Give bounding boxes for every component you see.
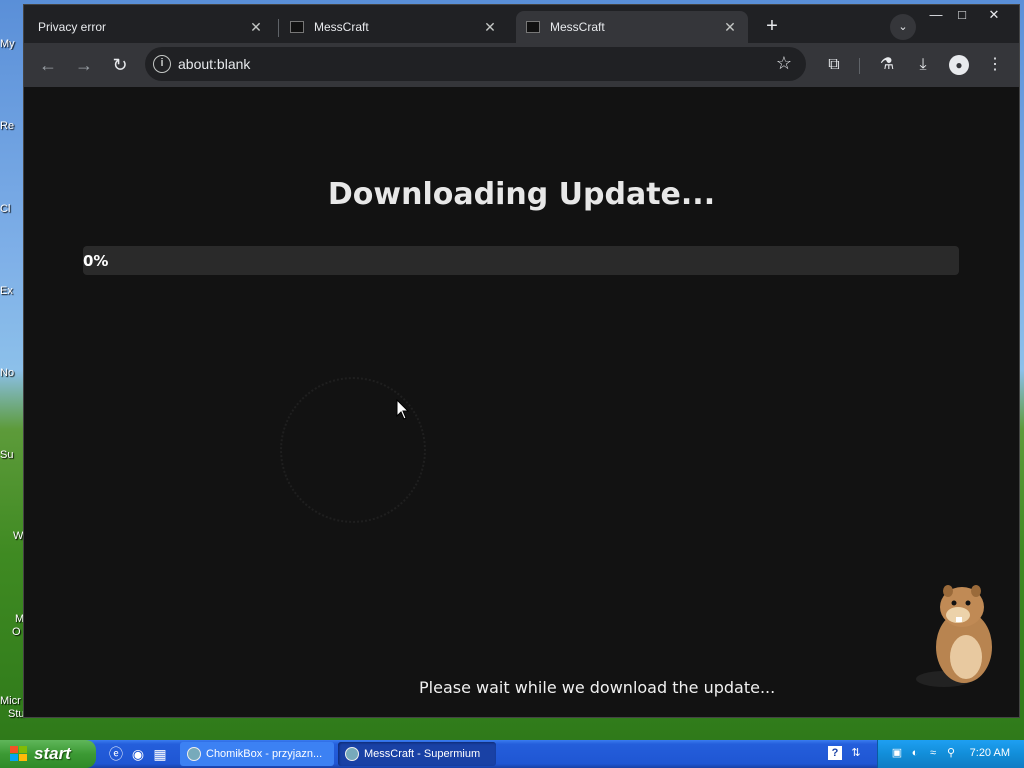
mouse-pointer-icon: [396, 399, 410, 420]
desktop-icon-label[interactable]: Re: [0, 120, 22, 132]
toolbar-divider: [859, 58, 860, 74]
reload-icon[interactable]: ↻: [108, 53, 132, 77]
forward-arrow-icon[interactable]: →: [72, 53, 96, 77]
connection-icon[interactable]: ≈: [926, 746, 940, 760]
media-player-icon[interactable]: ◉: [128, 744, 148, 764]
system-clock[interactable]: 7:20 AM: [970, 747, 1010, 759]
download-progress-bar: 0%: [83, 246, 959, 275]
desktop-icon-label[interactable]: Su: [0, 449, 22, 461]
url-text[interactable]: about:blank: [178, 56, 250, 72]
menu-kebab-icon[interactable]: ⋮: [983, 53, 1007, 77]
search-icon[interactable]: ⚲: [944, 746, 958, 760]
browser-window: Privacy error ✕ MessCraft ✕ MessCraft ✕ …: [23, 4, 1020, 718]
extensions-puzzle-icon[interactable]: ⧉: [822, 53, 846, 77]
close-icon[interactable]: ✕: [482, 19, 498, 36]
supermium-app-icon: [345, 747, 359, 761]
maximize-button[interactable]: □: [947, 5, 977, 27]
start-button[interactable]: start: [0, 740, 96, 768]
tab-divider: [278, 19, 279, 37]
desktop-icon-label[interactable]: My: [0, 38, 22, 50]
download-icon[interactable]: ⤓: [911, 53, 935, 77]
page-content: Downloading Update... 0% Please wait whi…: [24, 87, 1019, 717]
windows-flag-icon: [10, 746, 27, 761]
profile-avatar-icon[interactable]: ●: [949, 55, 969, 75]
system-tray: ▣ ◐ ≈ ⚲ 7:20 AM: [877, 740, 1024, 768]
site-info-icon[interactable]: i: [153, 55, 171, 73]
tab-title: MessCraft: [314, 20, 369, 34]
close-window-button[interactable]: ✕: [979, 5, 1009, 27]
network-icon[interactable]: ▣: [890, 746, 904, 760]
help-icon[interactable]: ?: [828, 746, 842, 760]
start-label: start: [34, 744, 71, 763]
desktop-icon-label[interactable]: Ex: [0, 285, 22, 297]
page-heading: Downloading Update...: [327, 177, 716, 212]
tab-messcraft[interactable]: MessCraft ✕: [280, 11, 508, 43]
tab-title: MessCraft: [550, 20, 605, 34]
taskbar-button-chomikbox[interactable]: ChomikBox - przyjazn...: [180, 742, 334, 766]
tab-privacy-error[interactable]: Privacy error ✕: [28, 11, 274, 43]
tray-expand-arrows-icon[interactable]: ⇅: [849, 746, 863, 760]
progress-percent-label: 0%: [83, 252, 109, 270]
bookmark-star-icon[interactable]: ☆: [776, 53, 792, 74]
tab-messcraft-active[interactable]: MessCraft ✕: [516, 11, 748, 43]
taskbar-button-label: ChomikBox - przyjazn...: [206, 748, 323, 760]
supermium-app-icon: [187, 747, 201, 761]
desktop-icon-label[interactable]: No: [0, 367, 22, 379]
messcraft-favicon-icon: [290, 21, 304, 33]
internet-explorer-icon[interactable]: ⓔ: [106, 744, 126, 764]
tab-strip: Privacy error ✕ MessCraft ✕ MessCraft ✕ …: [24, 5, 1019, 43]
close-icon[interactable]: ✕: [248, 19, 264, 36]
labs-flask-icon[interactable]: ⚗: [875, 53, 899, 77]
taskbar-button-label: MessCraft - Supermium: [364, 748, 481, 760]
browser-toolbar: ← → ↻ i about:blank ☆ ⧉ ⚗ ⤓ ● ⋮: [24, 43, 1019, 87]
hamster-mascot-icon: [916, 585, 992, 687]
messcraft-favicon-icon: [526, 21, 540, 33]
taskbar: start ⓔ ◉ ▦ ChomikBox - przyjazn... Mess…: [0, 740, 1024, 768]
status-message: Please wait while we download the update…: [419, 678, 776, 697]
volume-icon[interactable]: ◐: [908, 746, 922, 760]
tab-title: Privacy error: [38, 20, 107, 34]
tab-search-chevron-icon[interactable]: ⌄: [890, 14, 916, 40]
desktop-icon-label[interactable]: Micr: [0, 695, 22, 707]
close-icon[interactable]: ✕: [722, 19, 738, 36]
quick-launch-app-icon[interactable]: ▦: [150, 744, 170, 764]
address-bar[interactable]: i about:blank ☆: [145, 47, 806, 81]
taskbar-button-messcraft[interactable]: MessCraft - Supermium: [338, 742, 496, 766]
back-arrow-icon[interactable]: ←: [36, 53, 60, 77]
new-tab-plus-icon[interactable]: +: [759, 14, 785, 40]
desktop-icon-label[interactable]: Cl: [0, 203, 22, 215]
